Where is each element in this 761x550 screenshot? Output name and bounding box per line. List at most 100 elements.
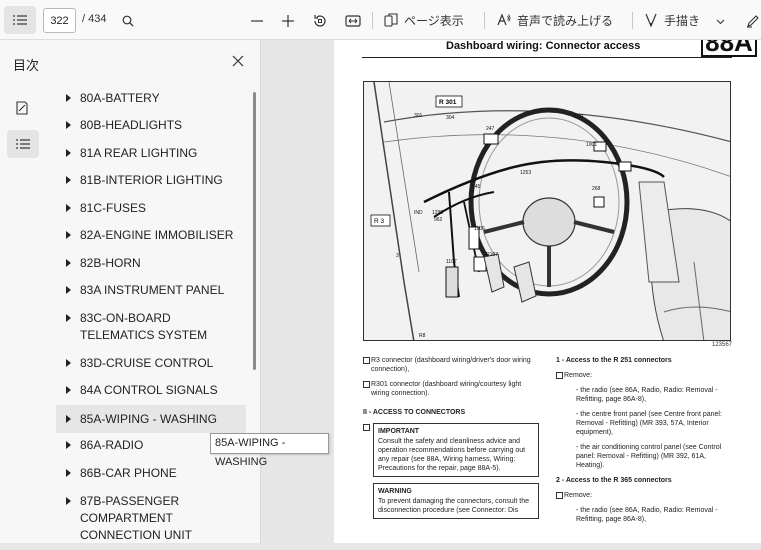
read-aloud-button[interactable]: 音声で読み上げる	[497, 6, 613, 34]
figure-label: 301	[414, 113, 423, 119]
section-heading: 1 - Access to the R 251 connectors	[556, 357, 672, 364]
figure-label: 247	[486, 126, 495, 132]
figure-label: 645	[472, 184, 481, 190]
toc-list: 80A-BATTERY 80B-HEADLIGHTS 81A REAR LIGH…	[56, 85, 246, 550]
expand-arrow-icon[interactable]	[66, 231, 71, 239]
toc-item[interactable]: 82B-HORN	[56, 250, 246, 277]
callout-r301: R 301	[439, 99, 457, 106]
minus-icon	[251, 20, 263, 22]
zoom-out-button[interactable]	[245, 6, 269, 36]
close-sidebar-button[interactable]	[229, 52, 247, 70]
text-paragraph: R301 connector (dashboard wiring/courtes…	[363, 380, 539, 398]
rotate-button[interactable]	[308, 6, 332, 36]
expand-arrow-icon[interactable]	[66, 259, 71, 267]
important-body: Consult the safety and cleanliness advic…	[378, 438, 526, 472]
step-item: - the air conditioning control panel (se…	[576, 444, 722, 469]
plus-icon	[282, 15, 294, 27]
toc-tab[interactable]	[7, 130, 39, 158]
find-button[interactable]	[116, 6, 140, 36]
expand-arrow-icon[interactable]	[66, 94, 71, 102]
expand-arrow-icon[interactable]	[66, 204, 71, 212]
step-list: - the radio (see 86A, Radio, Radio: Remo…	[556, 386, 734, 470]
figure-number: 123567	[712, 342, 733, 348]
figure-label: 1295	[432, 210, 443, 216]
section-code: 88A	[701, 40, 757, 57]
figure-label: R8	[419, 333, 426, 339]
toc-item-label: 86A-RADIO	[80, 438, 144, 452]
expand-arrow-icon[interactable]	[66, 149, 71, 157]
expand-arrow-icon[interactable]	[66, 415, 71, 423]
right-column: 1 - Access to the R 251 connectors Remov…	[556, 356, 734, 530]
warning-title: WARNING	[378, 488, 412, 495]
highlight-button[interactable]	[745, 6, 761, 36]
document-page: Dashboard wiring: Connector access 88A R…	[334, 40, 761, 543]
toc-item[interactable]: 83D-CRUISE CONTROL	[56, 350, 246, 377]
step-item: - the radio (see 86A, Radio, Radio: Remo…	[576, 387, 718, 403]
expand-arrow-icon[interactable]	[66, 314, 71, 322]
toc-item[interactable]: 82A-ENGINE IMMOBILISER	[56, 222, 246, 250]
toc-item[interactable]: 83C-ON-BOARD TELEMATICS SYSTEM	[56, 305, 246, 350]
toc-item[interactable]: 83A INSTRUMENT PANEL	[56, 277, 246, 305]
expand-arrow-icon[interactable]	[66, 359, 71, 367]
text-paragraph: Remove:	[556, 491, 734, 500]
page-number-input[interactable]: 322	[43, 8, 76, 33]
figure-label: 304	[446, 115, 455, 121]
step-list: - the radio (see 86A, Radio, Radio: Remo…	[556, 506, 734, 524]
chevron-down-icon	[716, 19, 725, 25]
text-paragraph: R3 connector (dashboard wiring/driver's …	[363, 356, 539, 374]
toc-item-label: 84A CONTROL SIGNALS	[80, 383, 218, 397]
section-heading: 2 - Access to the R 365 connectors	[556, 477, 672, 484]
rotate-icon	[314, 15, 326, 27]
toolbar: 322 / 434 ページ表示 音声で読み上げる 手描き	[0, 0, 761, 40]
expand-arrow-icon[interactable]	[66, 469, 71, 477]
toc-item-label: 82A-ENGINE IMMOBILISER	[80, 228, 234, 242]
toc-item[interactable]: 80A-BATTERY	[56, 85, 246, 112]
toc-item[interactable]: 80B-HEADLIGHTS	[56, 112, 246, 140]
important-box: IMPORTANT Consult the safety and cleanli…	[373, 423, 539, 477]
toc-item[interactable]: 81B-INTERIOR LIGHTING	[56, 167, 246, 195]
figure-label: 1106	[474, 226, 485, 232]
important-title: IMPORTANT	[378, 428, 420, 435]
toc-item-label: 80A-BATTERY	[80, 91, 160, 105]
left-column: R3 connector (dashboard wiring/driver's …	[363, 356, 539, 525]
toc-item[interactable]: 81A REAR LIGHTING	[56, 140, 246, 167]
expand-arrow-icon[interactable]	[66, 441, 71, 449]
toc-toggle-button[interactable]	[4, 6, 36, 34]
step-item: - the centre front panel (see Centre fro…	[576, 411, 722, 436]
toc-item[interactable]: 87B-PASSENGER COMPARTMENT CONNECTION UNI…	[56, 488, 246, 550]
toc-item-selected[interactable]: 85A-WIPING - WASHING	[56, 405, 246, 433]
expand-arrow-icon[interactable]	[66, 497, 71, 505]
toc-item-label: 81B-INTERIOR LIGHTING	[80, 173, 223, 187]
sidebar-scrollbar[interactable]	[253, 92, 256, 370]
read-aloud-label: 音声で読み上げる	[517, 13, 614, 28]
page-view-label: ページ表示	[404, 13, 464, 28]
page-total: / 434	[82, 13, 107, 25]
warning-box: WARNING To prevent damaging the connecto…	[373, 483, 539, 519]
toc-item[interactable]: 84A CONTROL SIGNALS	[56, 377, 246, 405]
toc-item-label: 86B-CAR PHONE	[80, 466, 177, 480]
toc-item-label: 83C-ON-BOARD TELEMATICS SYSTEM	[80, 311, 208, 342]
toc-item-label: 80B-HEADLIGHTS	[80, 118, 183, 132]
zoom-in-button[interactable]	[276, 6, 300, 36]
fit-page-button[interactable]	[341, 6, 365, 36]
figure-label: 3	[396, 253, 399, 259]
draw-options-button[interactable]	[716, 14, 725, 28]
expand-arrow-icon[interactable]	[66, 386, 71, 394]
figure-label: R107	[486, 252, 498, 258]
toc-item-label: 87B-PASSENGER COMPARTMENT CONNECTION UNI…	[80, 494, 192, 542]
figure-label: 268	[592, 186, 601, 192]
toc-item-label: 81A REAR LIGHTING	[80, 146, 198, 160]
fit-width-icon	[345, 15, 361, 27]
expand-arrow-icon[interactable]	[66, 176, 71, 184]
draw-button[interactable]: 手描き	[644, 6, 700, 34]
expand-arrow-icon[interactable]	[66, 121, 71, 129]
figure-label: 1107	[446, 259, 457, 265]
annotations-tab[interactable]	[14, 100, 32, 118]
toc-item[interactable]: 81C-FUSES	[56, 195, 246, 222]
read-aloud-icon	[497, 13, 511, 26]
figure-label: 1111	[574, 114, 584, 120]
toolbar-separator	[372, 12, 373, 29]
expand-arrow-icon[interactable]	[66, 286, 71, 294]
page-view-button[interactable]: ページ表示	[384, 6, 464, 34]
warning-body: To prevent damaging the connectors, cons…	[378, 498, 529, 514]
